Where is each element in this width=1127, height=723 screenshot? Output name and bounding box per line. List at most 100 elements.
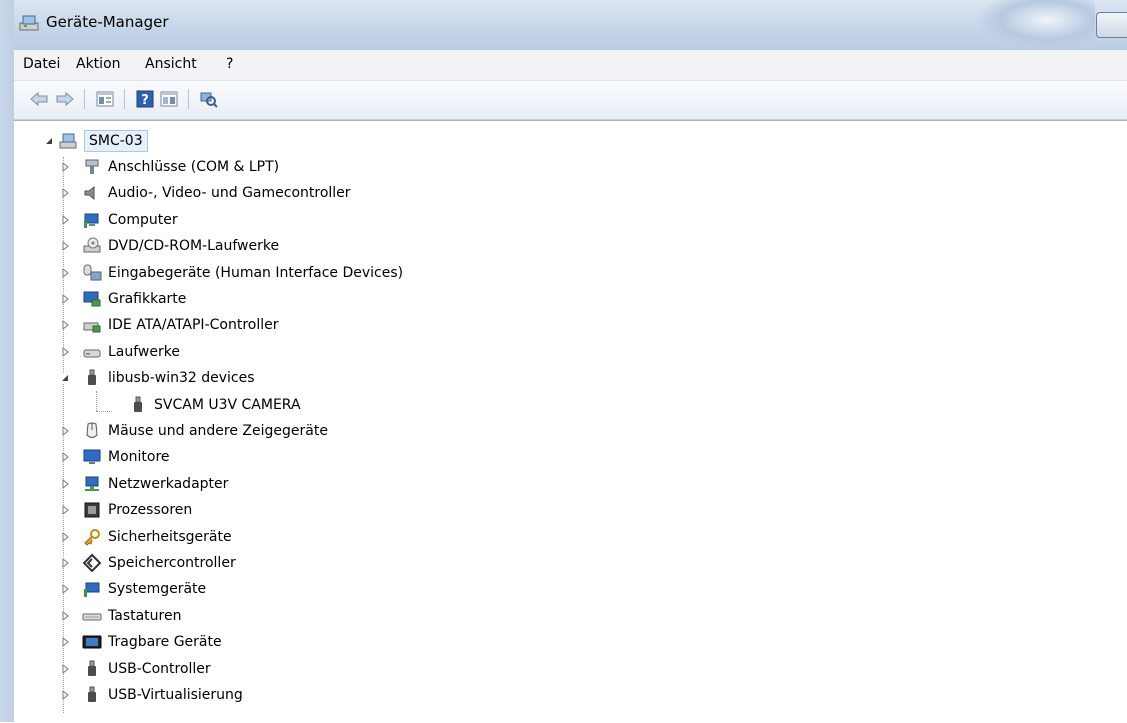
expand-arrow-icon[interactable] bbox=[60, 347, 70, 357]
tree-category[interactable]: Eingabegeräte (Human Interface Devices) bbox=[60, 261, 403, 285]
tree-category[interactable]: libusb-win32 devices bbox=[60, 366, 255, 390]
expand-arrow-icon[interactable] bbox=[60, 690, 70, 700]
tree-item-label: Speichercontroller bbox=[108, 555, 236, 571]
tree-item-label: libusb-win32 devices bbox=[108, 370, 255, 386]
tree-item-label: Mäuse und andere Zeigegeräte bbox=[108, 423, 328, 439]
expand-arrow-icon[interactable] bbox=[60, 452, 70, 462]
tree-item-label: Audio-, Video- und Gamecontroller bbox=[108, 185, 351, 201]
expand-arrow-icon[interactable] bbox=[60, 664, 70, 674]
tree-child-item[interactable]: SVCAM U3V CAMERA bbox=[114, 393, 301, 417]
window-title: Geräte-Manager bbox=[46, 13, 169, 31]
forward-button[interactable] bbox=[54, 88, 76, 110]
tree-category[interactable]: Grafikkarte bbox=[60, 287, 186, 311]
tree-item-label: Computer bbox=[108, 212, 178, 228]
tree-item-label: Netzwerkadapter bbox=[108, 476, 229, 492]
security-key-icon bbox=[84, 529, 100, 546]
hid-icon bbox=[83, 264, 102, 281]
scan-hardware-button[interactable] bbox=[198, 88, 220, 110]
computer-host-icon bbox=[59, 133, 77, 149]
tree-category[interactable]: Audio-, Video- und Gamecontroller bbox=[60, 181, 351, 205]
tree-category[interactable]: Tastaturen bbox=[60, 604, 181, 628]
storage-controller-icon bbox=[82, 553, 102, 573]
expand-arrow-icon[interactable] bbox=[60, 479, 70, 489]
expand-arrow-icon[interactable] bbox=[60, 611, 70, 621]
expand-arrow-icon[interactable] bbox=[60, 268, 70, 278]
collapse-arrow-icon[interactable] bbox=[60, 373, 70, 383]
svg-text:?: ? bbox=[141, 93, 149, 108]
back-icon bbox=[30, 91, 48, 107]
tree-category[interactable]: Anschlüsse (COM & LPT) bbox=[60, 155, 279, 179]
display-adapter-icon bbox=[83, 291, 101, 307]
tree-category[interactable]: Prozessoren bbox=[60, 498, 192, 522]
tree-item-label: Systemgeräte bbox=[108, 581, 207, 597]
tree-line bbox=[96, 391, 97, 411]
menu-aktion[interactable]: Aktion bbox=[76, 56, 121, 72]
window-left-border bbox=[0, 0, 14, 722]
tree-item-label: USB-Controller bbox=[108, 661, 211, 677]
minimize-button[interactable] bbox=[1096, 12, 1127, 38]
menu-ansicht[interactable]: Ansicht bbox=[145, 56, 197, 72]
menu-datei[interactable]: Datei bbox=[23, 56, 60, 72]
expand-arrow-icon[interactable] bbox=[60, 558, 70, 568]
tree-category[interactable]: Sicherheitsgeräte bbox=[60, 525, 232, 549]
disk-drive-icon bbox=[83, 349, 101, 358]
forward-icon bbox=[56, 91, 74, 107]
menu-help[interactable]: ? bbox=[226, 56, 233, 72]
tree-line bbox=[96, 411, 112, 412]
expand-arrow-icon[interactable] bbox=[60, 162, 70, 172]
help-button[interactable]: ? bbox=[134, 88, 156, 110]
tree-category[interactable]: USB-Virtualisierung bbox=[60, 683, 243, 707]
expand-arrow-icon[interactable] bbox=[60, 584, 70, 594]
expand-arrow-icon[interactable] bbox=[60, 505, 70, 515]
tree-item-label: SVCAM U3V CAMERA bbox=[154, 397, 301, 413]
root-label: SMC-03 bbox=[84, 130, 148, 152]
tree-item-label: DVD/CD-ROM-Laufwerke bbox=[108, 238, 280, 254]
show-hidden-icon bbox=[160, 91, 178, 107]
tree-category[interactable]: USB-Controller bbox=[60, 657, 211, 681]
expand-arrow-icon[interactable] bbox=[60, 188, 70, 198]
tree-category[interactable]: Computer bbox=[60, 208, 178, 232]
title-glass-effect bbox=[975, 0, 1095, 50]
tree-category[interactable]: Monitore bbox=[60, 445, 170, 469]
expand-arrow-icon[interactable] bbox=[60, 426, 70, 436]
toolbar-separator bbox=[84, 89, 85, 109]
tree-item-label: Tastaturen bbox=[108, 608, 182, 624]
toolbar-separator bbox=[188, 89, 189, 109]
usb-plug-icon bbox=[134, 396, 142, 412]
tree-item-label: Prozessoren bbox=[108, 502, 193, 518]
tree-category[interactable]: Netzwerkadapter bbox=[60, 472, 228, 496]
tree-category[interactable]: Laufwerke bbox=[60, 340, 180, 364]
back-button[interactable] bbox=[28, 88, 50, 110]
tree-root[interactable]: SMC-03 bbox=[44, 129, 148, 153]
show-hidden-button[interactable] bbox=[158, 88, 180, 110]
network-adapter-icon bbox=[85, 476, 99, 491]
ide-controller-icon bbox=[83, 322, 101, 333]
tree-category[interactable]: Tragbare Geräte bbox=[60, 630, 222, 654]
expand-arrow-icon[interactable] bbox=[60, 637, 70, 647]
dvd-drive-icon bbox=[83, 237, 101, 253]
tree-category[interactable]: DVD/CD-ROM-Laufwerke bbox=[60, 234, 279, 258]
tree-item-label: USB-Virtualisierung bbox=[108, 687, 243, 703]
expand-arrow-icon[interactable] bbox=[60, 241, 70, 251]
collapse-arrow-icon[interactable] bbox=[44, 136, 54, 146]
menu-bar: Datei Aktion Ansicht ? bbox=[14, 50, 1127, 81]
expand-arrow-icon[interactable] bbox=[60, 532, 70, 542]
tree-category[interactable]: IDE ATA/ATAPI-Controller bbox=[60, 313, 278, 337]
speaker-icon bbox=[84, 185, 95, 201]
port-icon bbox=[85, 159, 99, 174]
expand-arrow-icon[interactable] bbox=[60, 294, 70, 304]
properties-button[interactable] bbox=[94, 88, 116, 110]
monitor-icon bbox=[83, 449, 101, 464]
device-manager-icon bbox=[19, 15, 39, 31]
tree-item-label: IDE ATA/ATAPI-Controller bbox=[108, 317, 279, 333]
system-devices-icon bbox=[84, 582, 100, 597]
expand-arrow-icon[interactable] bbox=[60, 320, 70, 330]
help-icon: ? bbox=[136, 90, 154, 108]
portable-device-icon bbox=[82, 635, 102, 649]
tree-category[interactable]: Mäuse und andere Zeigegeräte bbox=[60, 419, 328, 443]
tree-item-label: Tragbare Geräte bbox=[108, 634, 222, 650]
tree-category[interactable]: Speichercontroller bbox=[60, 551, 236, 575]
usb-plug-icon bbox=[88, 369, 96, 385]
expand-arrow-icon[interactable] bbox=[60, 215, 70, 225]
tree-category[interactable]: Systemgeräte bbox=[60, 577, 206, 601]
